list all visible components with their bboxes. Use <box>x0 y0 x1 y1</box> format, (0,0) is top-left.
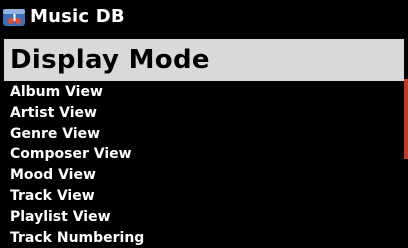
title-bar: Music DB <box>0 0 408 36</box>
scrollbar[interactable] <box>404 39 408 248</box>
menu-item-selected-label: Display Mode <box>10 45 210 75</box>
menu-item-composer-view[interactable]: Composer View <box>4 144 400 165</box>
menu-item-selected[interactable]: Display Mode <box>4 39 404 81</box>
menu-list: Album View Artist View Genre View Compos… <box>4 82 400 248</box>
menu-item-mood-view[interactable]: Mood View <box>4 165 400 186</box>
menu-item-genre-view[interactable]: Genre View <box>4 124 400 145</box>
scroll-thumb[interactable] <box>404 79 408 159</box>
menu-item-track-numbering[interactable]: Track Numbering <box>4 228 400 248</box>
app-title: Music DB <box>30 6 125 27</box>
menu-item-track-view[interactable]: Track View <box>4 186 400 207</box>
menu-item-album-view[interactable]: Album View <box>4 82 400 103</box>
music-db-icon <box>2 6 26 28</box>
menu-item-artist-view[interactable]: Artist View <box>4 103 400 124</box>
menu-item-playlist-view[interactable]: Playlist View <box>4 207 400 228</box>
